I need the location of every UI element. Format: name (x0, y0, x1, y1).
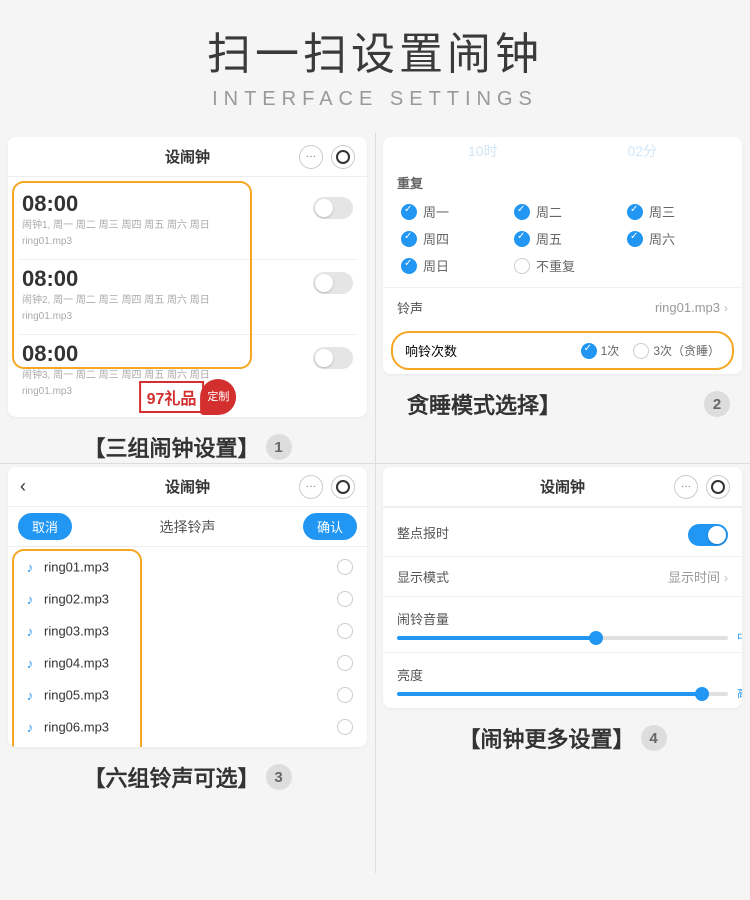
main-title: 扫一扫设置闹钟 (0, 0, 750, 88)
back-icon[interactable]: ‹ (20, 476, 26, 497)
brightness-row: 亮度 高 (383, 652, 742, 708)
alarm-time: 08:00 (22, 341, 210, 367)
alarm-item-2[interactable]: 08:00 闹钟2, 周一 周二 周三 周四 周五 周六 周日 ring01.m… (18, 260, 357, 335)
ring-item-1[interactable]: ♪ring01.mp3 (16, 551, 359, 583)
radio-icon[interactable] (337, 559, 353, 575)
repeat-label: 重复 (383, 165, 742, 198)
panel-2: 10时02分 重复 周一 周二 周三 周四 周五 周六 周日 不重复 铃声 ri… (375, 133, 750, 463)
alarm-toggle[interactable] (313, 197, 353, 219)
subbar: 取消 选择铃声 确认 (8, 507, 367, 547)
ringtone-row[interactable]: 铃声 ring01.mp3› (383, 287, 742, 327)
hourly-chime-row[interactable]: 整点报时 (383, 507, 742, 556)
panel-number-badge: 1 (266, 434, 292, 460)
topbar-1: 设闹钟 ··· (8, 137, 367, 177)
alarm-ring: ring01.mp3 (22, 310, 210, 324)
panels-grid: 设闹钟 ··· 08:00 闹钟1, 周一 周二 周三 周四 周五 周六 周日 … (0, 133, 750, 873)
ring-item-3[interactable]: ♪ring03.mp3 (16, 615, 359, 647)
topbar-title: 设闹钟 (540, 476, 585, 497)
alarm-toggle[interactable] (313, 347, 353, 369)
repeat-sat[interactable]: 周六 (627, 229, 724, 248)
ring-item-4[interactable]: ♪ring04.mp3 (16, 647, 359, 679)
sub-title: INTERFACE SETTINGS (0, 88, 750, 133)
volume-slider[interactable]: 中 (397, 636, 728, 640)
alarm-days: 闹钟1, 周一 周二 周三 周四 周五 周六 周日 (22, 219, 210, 233)
repeat-tue[interactable]: 周二 (514, 202, 611, 221)
repeat-none[interactable]: 不重复 (514, 256, 611, 275)
volume-row: 闹铃音量 中 (383, 596, 742, 652)
radio-icon[interactable] (337, 623, 353, 639)
alarm-item-1[interactable]: 08:00 闹钟1, 周一 周二 周三 周四 周五 周六 周日 ring01.m… (18, 185, 357, 260)
panel4-caption: 【闹钟更多设置】 4 (383, 708, 742, 768)
repeat-grid: 周一 周二 周三 周四 周五 周六 周日 不重复 (383, 198, 742, 287)
brightness-slider[interactable]: 高 (397, 692, 728, 696)
ring-count-3[interactable]: 3次（贪睡） (633, 342, 720, 359)
confirm-button[interactable]: 确认 (303, 513, 357, 540)
panel-4: 设闹钟 ··· 整点报时 显示模式 显示时间› 闹铃音量 中 亮度 高 【闹钟更… (375, 463, 750, 873)
audio-file-icon: ♪ (22, 655, 38, 671)
topbar-3: ‹ 设闹钟 ··· (8, 467, 367, 507)
panel-number-badge: 3 (266, 764, 292, 790)
target-icon[interactable] (331, 145, 355, 169)
topbar-title: 设闹钟 (165, 146, 210, 167)
ring-item-6[interactable]: ♪ring06.mp3 (16, 711, 359, 743)
menu-dots-icon[interactable]: ··· (674, 475, 698, 499)
subbar-title: 选择铃声 (160, 517, 216, 537)
repeat-fri[interactable]: 周五 (514, 229, 611, 248)
target-icon[interactable] (331, 475, 355, 499)
audio-file-icon: ♪ (22, 591, 38, 607)
audio-file-icon: ♪ (22, 719, 38, 735)
repeat-mon[interactable]: 周一 (401, 202, 498, 221)
alarm-time: 08:00 (22, 191, 210, 217)
audio-file-icon: ♪ (22, 559, 38, 575)
radio-icon[interactable] (337, 591, 353, 607)
alarm-toggle[interactable] (313, 272, 353, 294)
radio-icon[interactable] (337, 687, 353, 703)
radio-icon[interactable] (337, 719, 353, 735)
ring-count-row: 响铃次数 1次 3次（贪睡） (391, 331, 734, 370)
ring-count-1[interactable]: 1次 (581, 342, 620, 359)
panel3-caption: 【六组铃声可选】 3 (8, 747, 367, 807)
panel-1: 设闹钟 ··· 08:00 闹钟1, 周一 周二 周三 周四 周五 周六 周日 … (0, 133, 375, 463)
chime-toggle[interactable] (688, 524, 728, 546)
ring-item-5[interactable]: ♪ring05.mp3 (16, 679, 359, 711)
panel-3: ‹ 设闹钟 ··· 取消 选择铃声 确认 ♪ring01.mp3 ♪ring02… (0, 463, 375, 873)
watermark: 97礼品 定制 (139, 379, 237, 415)
time-picker[interactable]: 10时02分 (383, 137, 742, 165)
panel-number-badge: 2 (704, 391, 730, 417)
alarm-days: 闹钟2, 周一 周二 周三 周四 周五 周六 周日 (22, 294, 210, 308)
audio-file-icon: ♪ (22, 623, 38, 639)
cancel-button[interactable]: 取消 (18, 513, 72, 540)
menu-dots-icon[interactable]: ··· (299, 475, 323, 499)
ring-item-2[interactable]: ♪ring02.mp3 (16, 583, 359, 615)
audio-file-icon: ♪ (22, 687, 38, 703)
menu-dots-icon[interactable]: ··· (299, 145, 323, 169)
ring-list: ♪ring01.mp3 ♪ring02.mp3 ♪ring03.mp3 ♪rin… (8, 547, 367, 747)
alarm-ring: ring01.mp3 (22, 235, 210, 249)
target-icon[interactable] (706, 475, 730, 499)
panel2-caption: 贪睡模式选择】 2 (383, 374, 742, 434)
repeat-wed[interactable]: 周三 (627, 202, 724, 221)
topbar-4: 设闹钟 ··· (383, 467, 742, 507)
repeat-sun[interactable]: 周日 (401, 256, 498, 275)
radio-icon[interactable] (337, 655, 353, 671)
panel-number-badge: 4 (641, 725, 667, 751)
alarm-time: 08:00 (22, 266, 210, 292)
repeat-thu[interactable]: 周四 (401, 229, 498, 248)
display-mode-row[interactable]: 显示模式 显示时间› (383, 556, 742, 596)
topbar-title: 设闹钟 (165, 476, 210, 497)
